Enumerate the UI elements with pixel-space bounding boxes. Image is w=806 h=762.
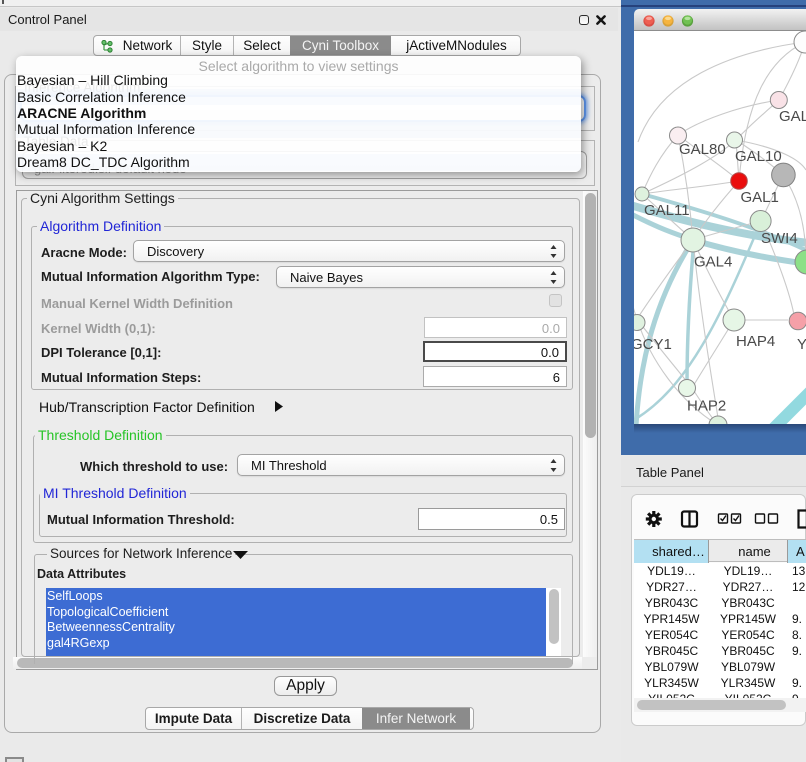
svg-text:GAL4: GAL4 xyxy=(694,254,732,271)
svg-text:GCY1: GCY1 xyxy=(634,336,672,353)
svg-text:GAL80: GAL80 xyxy=(679,141,726,158)
svg-text:GAL7: GAL7 xyxy=(779,108,806,125)
svg-text:Y: Y xyxy=(797,336,806,353)
svg-text:SWI4: SWI4 xyxy=(761,230,798,247)
svg-text:HAP4: HAP4 xyxy=(736,333,775,350)
svg-text:HAP2: HAP2 xyxy=(687,398,726,415)
svg-text:GAL11: GAL11 xyxy=(644,202,690,219)
svg-text:GAL1: GAL1 xyxy=(741,189,779,206)
svg-text:GAL10: GAL10 xyxy=(735,148,782,165)
